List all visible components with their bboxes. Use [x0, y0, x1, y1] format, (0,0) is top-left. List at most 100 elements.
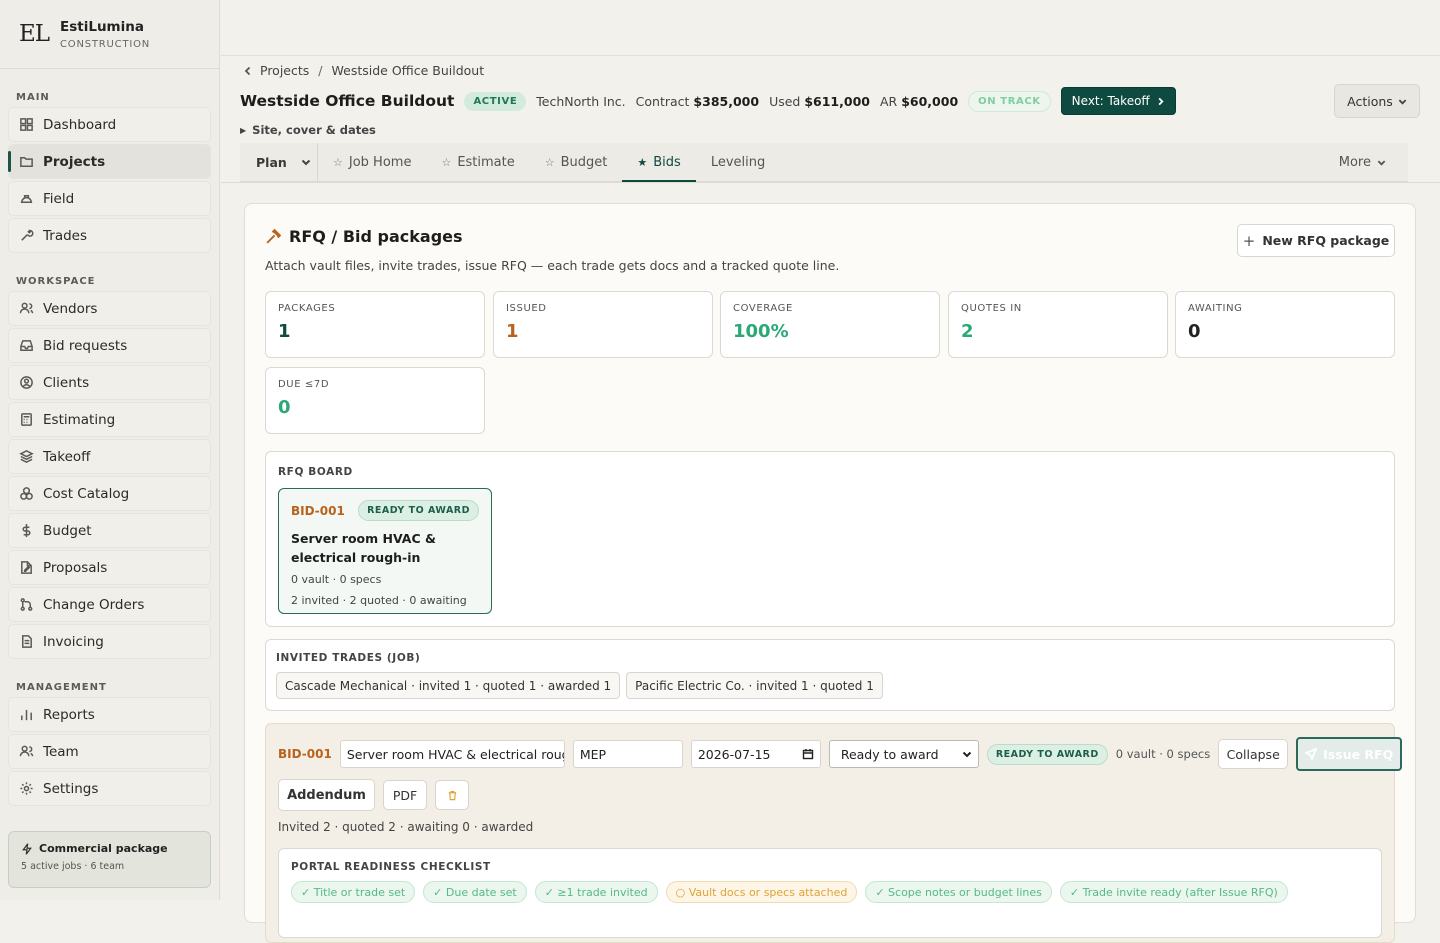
- site-details-toggle[interactable]: ▶ Site, cover & dates: [240, 123, 376, 137]
- due-date-input[interactable]: 2026-07-15: [690, 740, 821, 768]
- top-bar: [221, 0, 1440, 56]
- sidebar-item-change-orders[interactable]: Change Orders: [8, 587, 211, 622]
- stat-value: 2: [961, 321, 974, 342]
- stat-coverage: COVERAGE 100%: [720, 291, 940, 358]
- plan-dropdown[interactable]: Plan: [240, 143, 318, 181]
- tab-estimate[interactable]: ☆ Estimate: [426, 143, 529, 181]
- trash-icon: [448, 790, 456, 800]
- project-header: Westside Office Buildout ACTIVE TechNort…: [240, 87, 1176, 115]
- stat-label: PACKAGES: [278, 303, 336, 314]
- sidebar-item-cost-catalog[interactable]: Cost Catalog: [8, 476, 211, 511]
- sidebar-item-bid-requests[interactable]: Bid requests: [8, 328, 211, 363]
- sidebar-item-label: Bid requests: [43, 337, 128, 354]
- bar-chart-icon: [21, 709, 32, 721]
- calendar-icon: [802, 749, 814, 760]
- sidebar-item-label: Dashboard: [43, 116, 117, 133]
- sidebar-item-settings[interactable]: Settings: [8, 771, 211, 806]
- package-name-input[interactable]: Server room HVAC & electrical rough-in: [339, 740, 565, 768]
- stat-value: 0: [278, 397, 291, 418]
- chevron-down-icon: [1377, 160, 1386, 166]
- breadcrumb-current: Westside Office Buildout: [331, 63, 485, 78]
- user-circle-icon: [20, 376, 33, 389]
- sidebar-item-trades[interactable]: Trades: [8, 218, 211, 253]
- bid-files: 0 vault · 0 specs: [291, 573, 382, 586]
- dollar-icon: [22, 523, 31, 538]
- new-rfq-label: New RFQ package: [1262, 233, 1390, 248]
- sidebar-item-vendors[interactable]: Vendors: [8, 291, 211, 326]
- tab-leveling[interactable]: Leveling: [696, 143, 780, 181]
- plan-label: Plan: [256, 154, 287, 170]
- page-title: Westside Office Buildout: [240, 92, 455, 110]
- sidebar-item-takeoff[interactable]: Takeoff: [8, 439, 211, 474]
- ar-amount: $60,000: [901, 93, 959, 109]
- chevron-left-icon[interactable]: [243, 66, 253, 76]
- sidebar-item-clients[interactable]: Clients: [8, 365, 211, 400]
- addendum-button[interactable]: Addendum: [278, 779, 375, 811]
- collapse-button[interactable]: Collapse: [1218, 739, 1289, 769]
- tab-bids[interactable]: ★ Bids: [622, 143, 697, 182]
- sidebar-item-label: Proposals: [43, 559, 108, 576]
- tab-label: Budget: [560, 154, 608, 170]
- send-icon: [1305, 748, 1318, 760]
- trade-chip[interactable]: Pacific Electric Co. · invited 1 · quote…: [626, 672, 883, 699]
- wrench-icon: [21, 229, 34, 241]
- boxes-icon: [20, 487, 33, 500]
- used-value: Used $611,000: [769, 94, 870, 109]
- tab-label: Estimate: [457, 154, 515, 170]
- sidebar-item-dashboard[interactable]: Dashboard: [8, 107, 211, 142]
- plan-promo-card[interactable]: Commercial package 5 active jobs · 6 tea…: [8, 831, 211, 888]
- tab-label: Bids: [653, 154, 681, 170]
- delete-button[interactable]: [435, 780, 469, 810]
- tab-budget[interactable]: ☆ Budget: [530, 143, 623, 181]
- brand[interactable]: EL EstiLumina CONSTRUCTION: [0, 0, 219, 69]
- sidebar-item-reports[interactable]: Reports: [8, 697, 211, 732]
- sidebar-item-projects[interactable]: Projects: [8, 144, 211, 179]
- sidebar-item-team[interactable]: Team: [8, 734, 211, 769]
- tab-job-home[interactable]: ☆ Job Home: [318, 143, 426, 181]
- bid-id: BID-001: [291, 503, 345, 518]
- bid-counts: 2 invited · 2 quoted · 0 awaiting: [291, 594, 467, 607]
- sidebar-item-label: Estimating: [43, 411, 116, 428]
- nav-section-main: MAIN: [16, 92, 50, 103]
- actions-label: Actions: [1347, 93, 1393, 109]
- rfq-subtitle: Attach vault files, invite trades, issue…: [265, 258, 840, 273]
- trade-chip[interactable]: Cascade Mechanical · invited 1 · quoted …: [276, 672, 621, 699]
- promo-title: Commercial package: [39, 842, 168, 855]
- actions-button[interactable]: Actions: [1334, 84, 1420, 118]
- stat-value: 100%: [733, 321, 789, 342]
- trade-input[interactable]: MEP: [572, 740, 683, 768]
- new-rfq-package-button[interactable]: + New RFQ package: [1237, 224, 1395, 257]
- due-date-value: 2026-07-15: [697, 746, 771, 762]
- sidebar-item-label: Cost Catalog: [43, 485, 130, 502]
- stat-value: 1: [506, 321, 519, 342]
- nav-section-workspace: WORKSPACE: [16, 276, 96, 287]
- stat-issued: ISSUED 1: [493, 291, 713, 358]
- editor-status-badge: READY TO AWARD: [986, 743, 1108, 765]
- breadcrumb: Projects / Westside Office Buildout: [243, 63, 484, 78]
- breadcrumb-parent[interactable]: Projects: [260, 63, 309, 78]
- tab-label: Job Home: [348, 154, 412, 170]
- next-step-button[interactable]: Next: Takeoff: [1060, 87, 1176, 115]
- status-badge: ACTIVE: [464, 91, 527, 111]
- status-select[interactable]: Ready to award: [828, 740, 979, 768]
- layers-icon: [19, 450, 34, 463]
- sidebar-item-budget[interactable]: Budget: [8, 513, 211, 548]
- divider: [221, 182, 1440, 183]
- pdf-button[interactable]: PDF: [383, 780, 427, 810]
- sidebar-item-invoicing[interactable]: Invoicing: [8, 624, 211, 659]
- sidebar-item-estimating[interactable]: Estimating: [8, 402, 211, 437]
- more-tabs-button[interactable]: More: [1339, 143, 1408, 181]
- issue-rfq-button[interactable]: Issue RFQ: [1296, 737, 1403, 771]
- bid-package-editor: BID-001 Server room HVAC & electrical ro…: [265, 723, 1403, 943]
- main-area: Projects / Westside Office Buildout West…: [221, 0, 1440, 943]
- bid-card[interactable]: BID-001 READY TO AWARD Server room HVAC …: [278, 488, 492, 614]
- brand-logo: EL: [19, 21, 50, 47]
- lightning-icon: [22, 842, 32, 855]
- sidebar-item-field[interactable]: Field: [8, 181, 211, 216]
- sidebar-item-label: Vendors: [43, 300, 98, 317]
- ar-label: AR: [879, 93, 898, 109]
- brand-sub: CONSTRUCTION: [60, 38, 151, 50]
- star-outline-icon: ☆: [544, 155, 555, 169]
- star-outline-icon: ☆: [441, 155, 452, 169]
- sidebar-item-proposals[interactable]: Proposals: [8, 550, 211, 585]
